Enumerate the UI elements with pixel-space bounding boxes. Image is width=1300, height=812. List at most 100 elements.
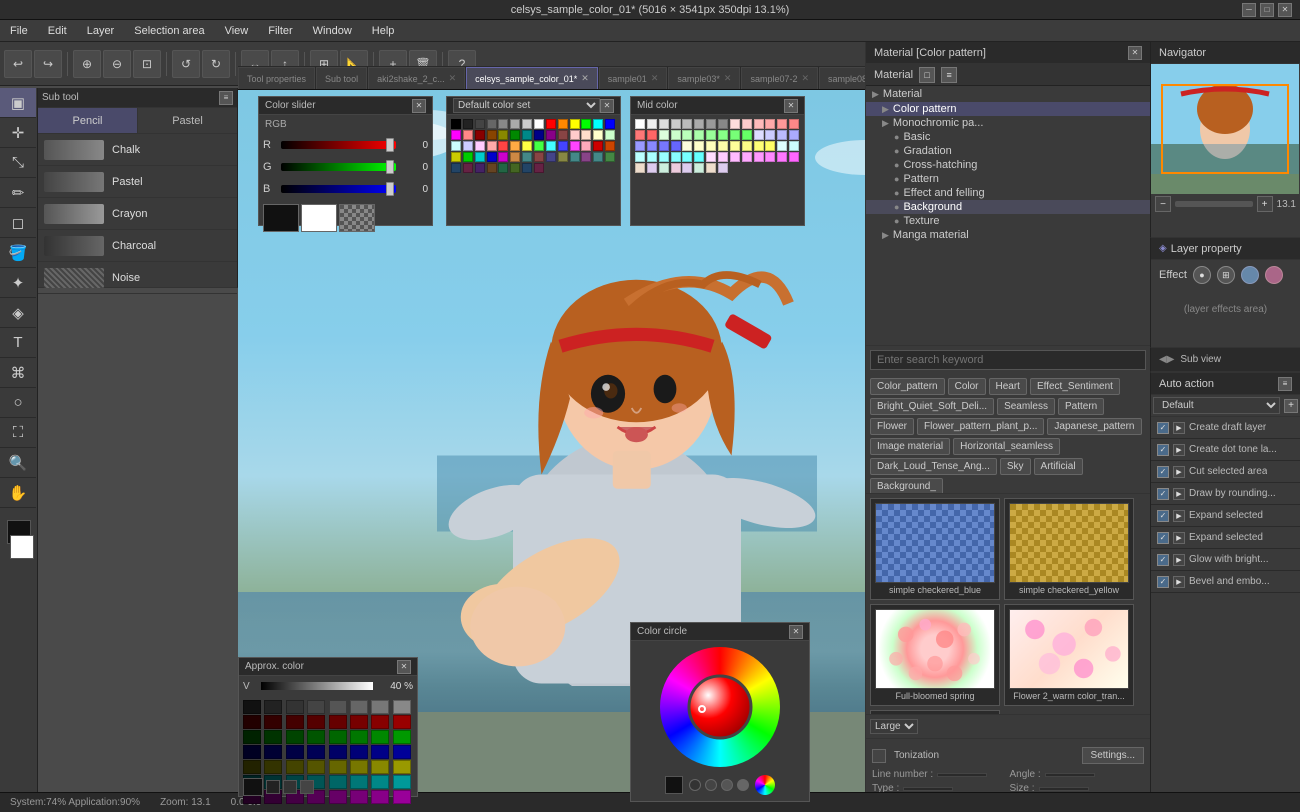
action-create-dot-tone[interactable]: ✓ ▶ Create dot tone la... xyxy=(1151,439,1300,461)
color-swatch[interactable] xyxy=(463,163,473,173)
bg-swatch[interactable] xyxy=(301,204,337,232)
mid-color-swatch[interactable] xyxy=(777,130,787,140)
mid-color-swatch[interactable] xyxy=(647,119,657,129)
effect-circle-btn[interactable]: ● xyxy=(1193,266,1211,284)
approx-color-swatch[interactable] xyxy=(371,775,389,789)
approx-color-swatch[interactable] xyxy=(264,730,282,744)
mid-color-swatch[interactable] xyxy=(789,152,799,162)
color-swatch[interactable] xyxy=(451,163,461,173)
approx-color-swatch[interactable] xyxy=(393,790,411,804)
mid-color-swatch[interactable] xyxy=(754,152,764,162)
color-swatch[interactable] xyxy=(593,141,603,151)
color-swatch[interactable] xyxy=(546,130,556,140)
mid-color-swatch[interactable] xyxy=(706,119,716,129)
tool-shape[interactable]: ○ xyxy=(0,388,36,418)
brush-pastel[interactable]: Pastel xyxy=(38,166,237,198)
approx-color-swatch[interactable] xyxy=(243,730,261,744)
color-swatch[interactable] xyxy=(558,130,568,140)
menu-window[interactable]: Window xyxy=(303,20,362,42)
approx-color-swatch[interactable] xyxy=(371,700,389,714)
tool-eraser[interactable]: ◻ xyxy=(0,208,36,238)
color-swatch[interactable] xyxy=(534,130,544,140)
tool-eyedropper[interactable]: ✦ xyxy=(0,268,36,298)
auto-action-menu[interactable]: ≡ xyxy=(1278,377,1292,391)
mid-color-swatch[interactable] xyxy=(694,130,704,140)
mid-color-swatch[interactable] xyxy=(694,141,704,151)
nav-zoom-out-btn[interactable]: − xyxy=(1155,196,1171,212)
tree-monochromic[interactable]: ▶ Monochromic pa... xyxy=(866,116,1150,130)
menu-selection[interactable]: Selection area xyxy=(124,20,214,42)
color-swatch[interactable] xyxy=(546,141,556,151)
approx-color-swatch[interactable] xyxy=(350,760,368,774)
approx-color-swatch[interactable] xyxy=(286,745,304,759)
action-create-draft[interactable]: ✓ ▶ Create draft layer xyxy=(1151,417,1300,439)
nav-zoom-in-btn[interactable]: + xyxy=(1257,196,1273,212)
color-circle-close[interactable]: ✕ xyxy=(789,625,803,639)
auto-action-select[interactable]: Default xyxy=(1153,397,1280,414)
menu-view[interactable]: View xyxy=(215,20,259,42)
tag-seamless[interactable]: Seamless xyxy=(997,398,1055,415)
mid-color-swatch[interactable] xyxy=(647,141,657,151)
mid-color-swatch[interactable] xyxy=(682,163,692,173)
approx-color-swatch[interactable] xyxy=(286,715,304,729)
color-slider-close[interactable]: ✕ xyxy=(412,99,426,113)
menu-layer[interactable]: Layer xyxy=(77,20,125,42)
cc-fg-swatch[interactable] xyxy=(665,776,683,794)
color-swatch[interactable] xyxy=(510,130,520,140)
red-slider[interactable] xyxy=(281,141,396,149)
color-set-close[interactable]: ✕ xyxy=(600,99,614,113)
color-swatch[interactable] xyxy=(498,130,508,140)
tag-effect-sentiment[interactable]: Effect_Sentiment xyxy=(1030,378,1120,395)
minimize-btn[interactable]: ─ xyxy=(1242,3,1256,17)
thumb-spring[interactable]: Full-bloomed spring xyxy=(870,604,1000,706)
approx-color-dot3[interactable] xyxy=(300,780,314,794)
color-swatch[interactable] xyxy=(570,130,580,140)
mid-color-swatch[interactable] xyxy=(742,119,752,129)
tab-close-s1[interactable]: ✕ xyxy=(651,73,659,84)
mid-color-swatch[interactable] xyxy=(789,141,799,151)
color-swatch[interactable] xyxy=(463,141,473,151)
mid-color-swatch[interactable] xyxy=(730,119,740,129)
color-swatch[interactable] xyxy=(475,130,485,140)
color-swatch[interactable] xyxy=(534,152,544,162)
nav-zoom-track[interactable] xyxy=(1175,201,1253,207)
approx-color-swatch[interactable] xyxy=(307,745,325,759)
color-swatch[interactable] xyxy=(593,130,603,140)
color-swatch[interactable] xyxy=(593,119,603,129)
material-header-icon2[interactable]: ≡ xyxy=(941,67,957,83)
color-swatch[interactable] xyxy=(522,152,532,162)
tab-aki[interactable]: aki2shake_2_c... ✕ xyxy=(368,67,465,89)
color-swatch[interactable] xyxy=(605,152,615,162)
material-header-icon1[interactable]: □ xyxy=(919,67,935,83)
mid-color-swatch[interactable] xyxy=(754,119,764,129)
mid-color-swatch[interactable] xyxy=(742,141,752,151)
mid-color-swatch[interactable] xyxy=(694,119,704,129)
tab-sub-tool[interactable]: Sub tool xyxy=(316,67,367,89)
approx-color-swatch[interactable] xyxy=(350,790,368,804)
approx-color-swatch[interactable] xyxy=(329,745,347,759)
tag-sky[interactable]: Sky xyxy=(1000,458,1031,475)
action-cb-7[interactable]: ✓ xyxy=(1157,576,1169,588)
approx-color-swatch[interactable] xyxy=(307,760,325,774)
action-bevel-emboss[interactable]: ✓ ▶ Bevel and embo... xyxy=(1151,571,1300,593)
tree-pattern[interactable]: ● Pattern xyxy=(866,172,1150,186)
green-slider[interactable] xyxy=(281,163,396,171)
color-swatch[interactable] xyxy=(498,152,508,162)
tree-color-pattern[interactable]: ▶ Color pattern xyxy=(866,102,1150,116)
color-swatch[interactable] xyxy=(510,141,520,151)
tree-texture[interactable]: ● Texture xyxy=(866,214,1150,228)
mid-color-swatch[interactable] xyxy=(706,141,716,151)
color-swatch[interactable] xyxy=(593,152,603,162)
tool-view[interactable]: 🔍 xyxy=(0,448,36,478)
approx-color-swatch[interactable] xyxy=(286,730,304,744)
tab-sample03[interactable]: sample03* ✕ xyxy=(668,67,740,89)
thumb-flower-cold[interactable]: Gradation flower_cold colo... xyxy=(870,710,1000,714)
mid-color-swatch[interactable] xyxy=(659,130,669,140)
tool-move[interactable]: ✛ xyxy=(0,118,36,148)
mid-color-close[interactable]: ✕ xyxy=(784,99,798,113)
tag-pattern[interactable]: Pattern xyxy=(1058,398,1104,415)
color-set-select[interactable]: Default color set xyxy=(453,98,600,113)
material-size-select[interactable]: Large xyxy=(870,719,918,734)
mid-color-swatch[interactable] xyxy=(718,163,728,173)
color-swatch[interactable] xyxy=(487,141,497,151)
